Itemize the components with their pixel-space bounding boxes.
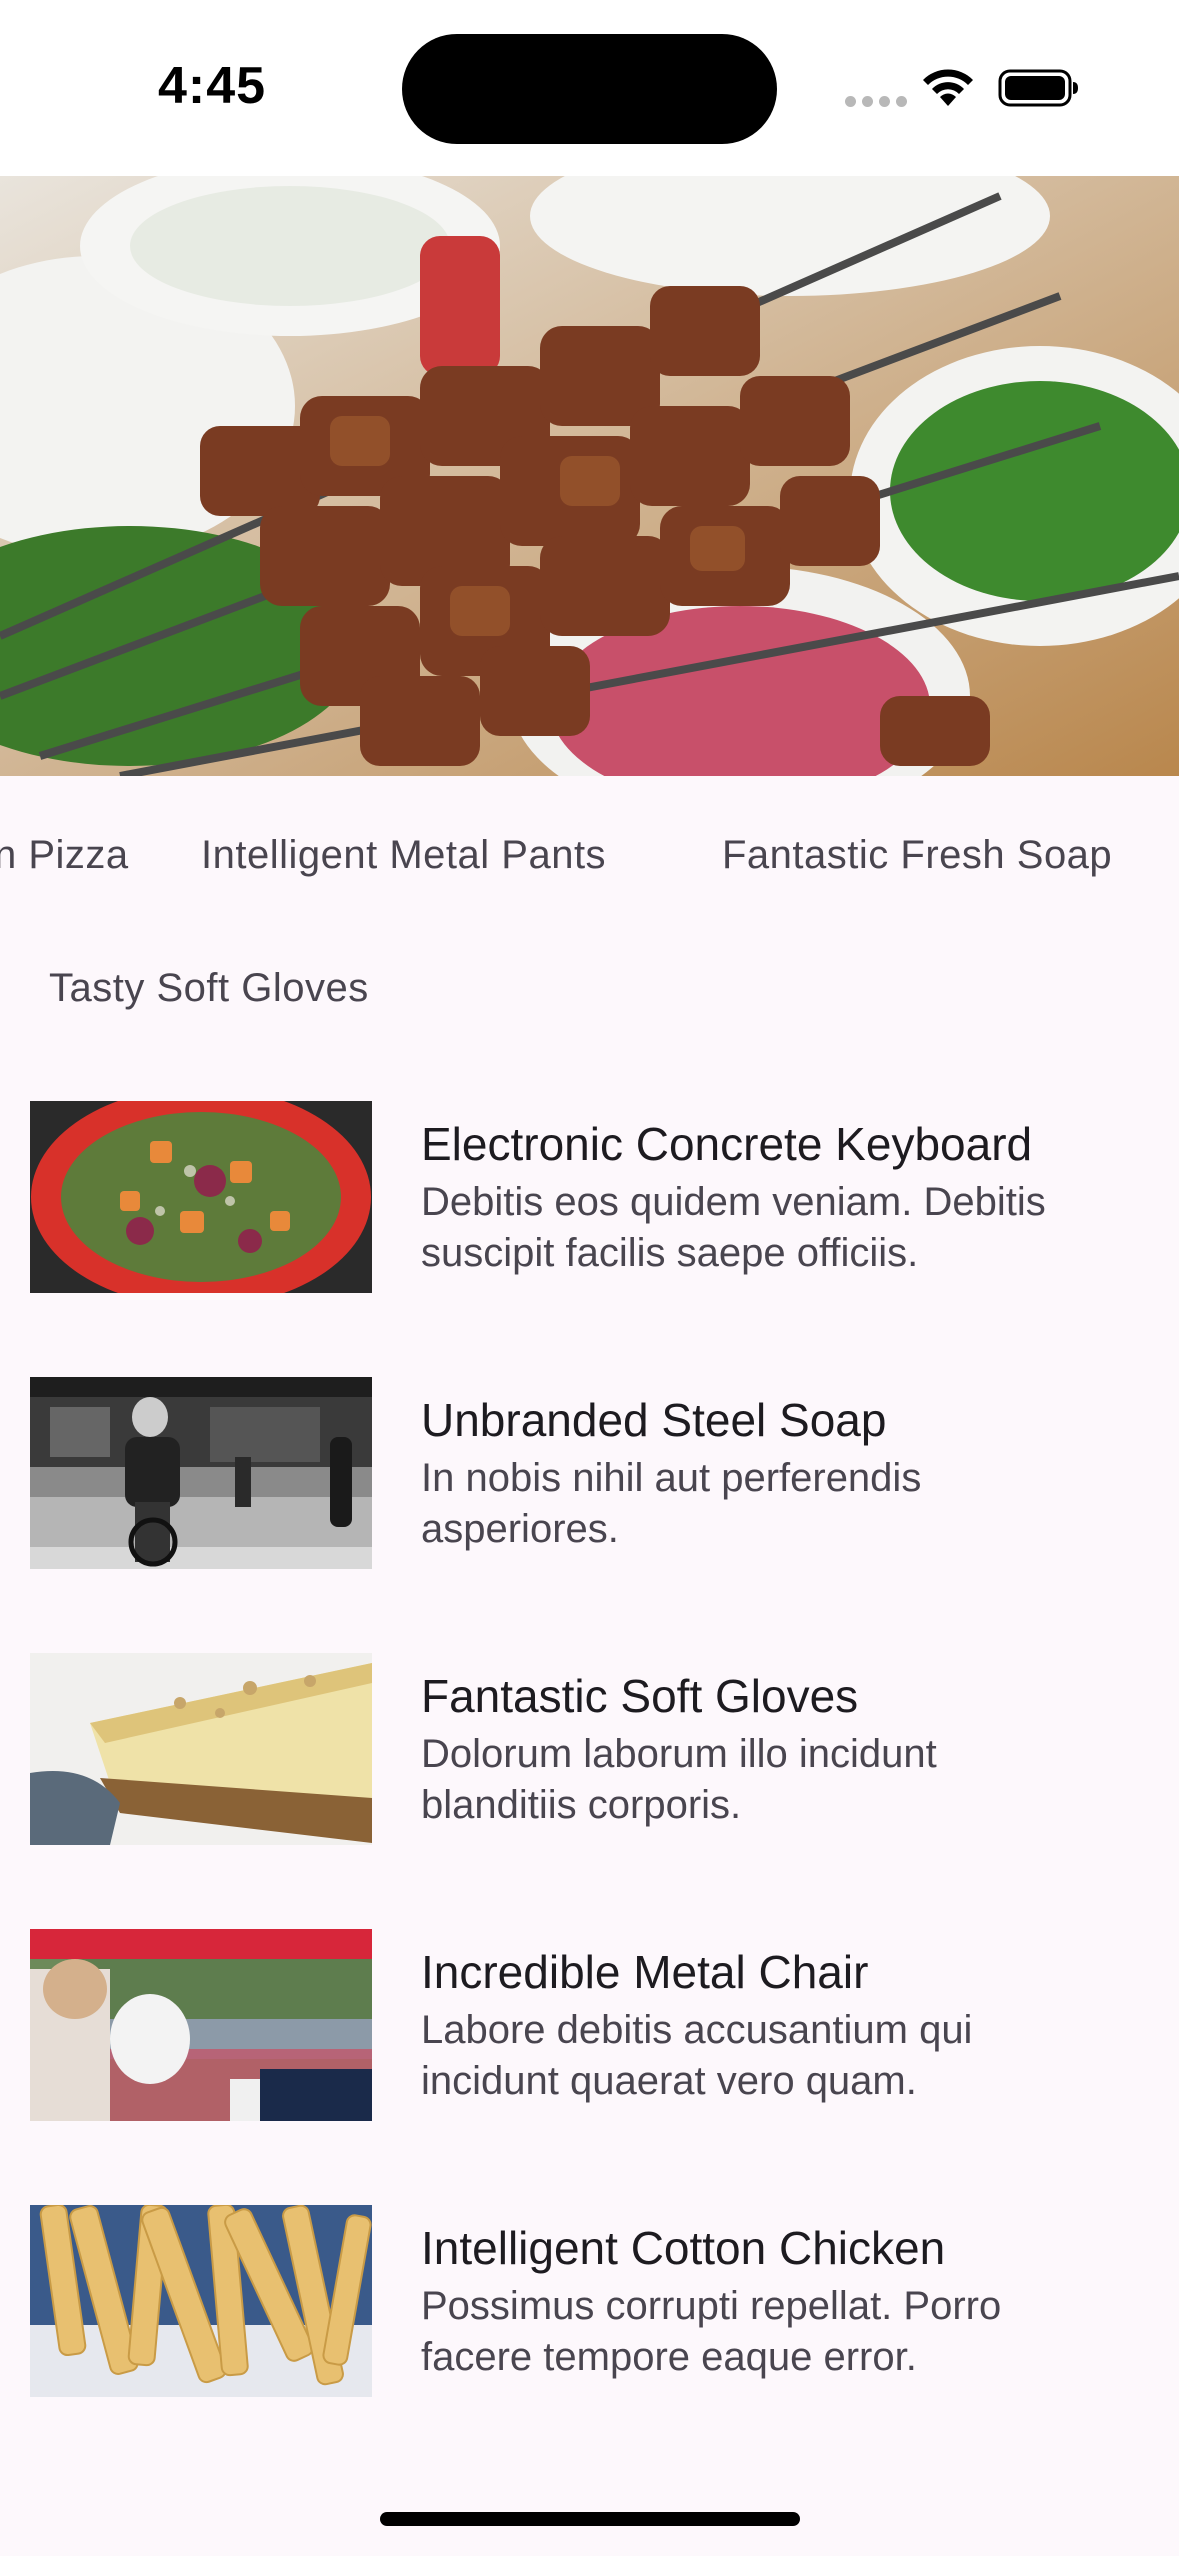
item-description: Possimus corrupti repellat. Porro facere… [421, 2284, 1002, 2379]
item-description: Debitis eos quidem veniam. Debitis susci… [421, 1180, 1046, 1275]
item-title: Unbranded Steel Soap [421, 1394, 887, 1446]
item-title: Electronic Concrete Keyboard [421, 1118, 1033, 1170]
category-tabs: n Pizza Intelligent Metal Pants Fantasti… [0, 776, 1179, 941]
battery-icon [998, 69, 1078, 107]
street-cyclist-photo [30, 1377, 372, 1569]
item-title: Intelligent Cotton Chicken [421, 2222, 946, 2274]
item-thumbnail [30, 2205, 372, 2397]
home-indicator[interactable] [380, 2512, 800, 2526]
list-item[interactable]: Intelligent Cotton Chicken Possimus corr… [0, 2205, 1179, 2445]
hero-image[interactable] [0, 176, 1179, 776]
item-title: Fantastic Soft Gloves [421, 1670, 859, 1722]
wifi-icon [923, 69, 973, 106]
category-tab[interactable]: Intelligent Metal Pants [201, 833, 606, 878]
dynamic-island [402, 34, 777, 144]
list-item[interactable]: Incredible Metal Chair Labore debitis ac… [0, 1929, 1179, 2169]
status-time: 4:45 [158, 57, 267, 115]
french-fries-photo [30, 2205, 372, 2397]
cheesecake-slice-photo [30, 1653, 372, 1845]
outdoor-market-photo [30, 1929, 372, 2121]
salad-bowl-photo [30, 1101, 372, 1293]
category-tab[interactable]: n Pizza [0, 833, 129, 878]
item-title: Incredible Metal Chair [421, 1946, 869, 1998]
item-thumbnail [30, 1377, 372, 1569]
grilled-meat-skewers-photo [0, 176, 1179, 776]
cellular-signal-icon [845, 96, 907, 107]
category-tab[interactable]: Fantastic Fresh Soap [722, 833, 1112, 878]
list-item[interactable]: Electronic Concrete Keyboard Debitis eos… [0, 1101, 1179, 1341]
section-title: Tasty Soft Gloves [49, 966, 369, 1010]
list-item[interactable]: Fantastic Soft Gloves Dolorum laborum il… [0, 1653, 1179, 1893]
item-description: Dolorum laborum illo incidunt blanditiis… [421, 1732, 937, 1827]
item-thumbnail [30, 1101, 372, 1293]
item-description: Labore debitis accusantium qui incidunt … [421, 2008, 973, 2103]
item-thumbnail [30, 1653, 372, 1845]
status-bar: 4:45 [0, 0, 1179, 176]
list-item[interactable]: Unbranded Steel Soap In nobis nihil aut … [0, 1377, 1179, 1617]
item-thumbnail [30, 1929, 372, 2121]
item-description: In nobis nihil aut perferendis asperiore… [421, 1456, 922, 1551]
